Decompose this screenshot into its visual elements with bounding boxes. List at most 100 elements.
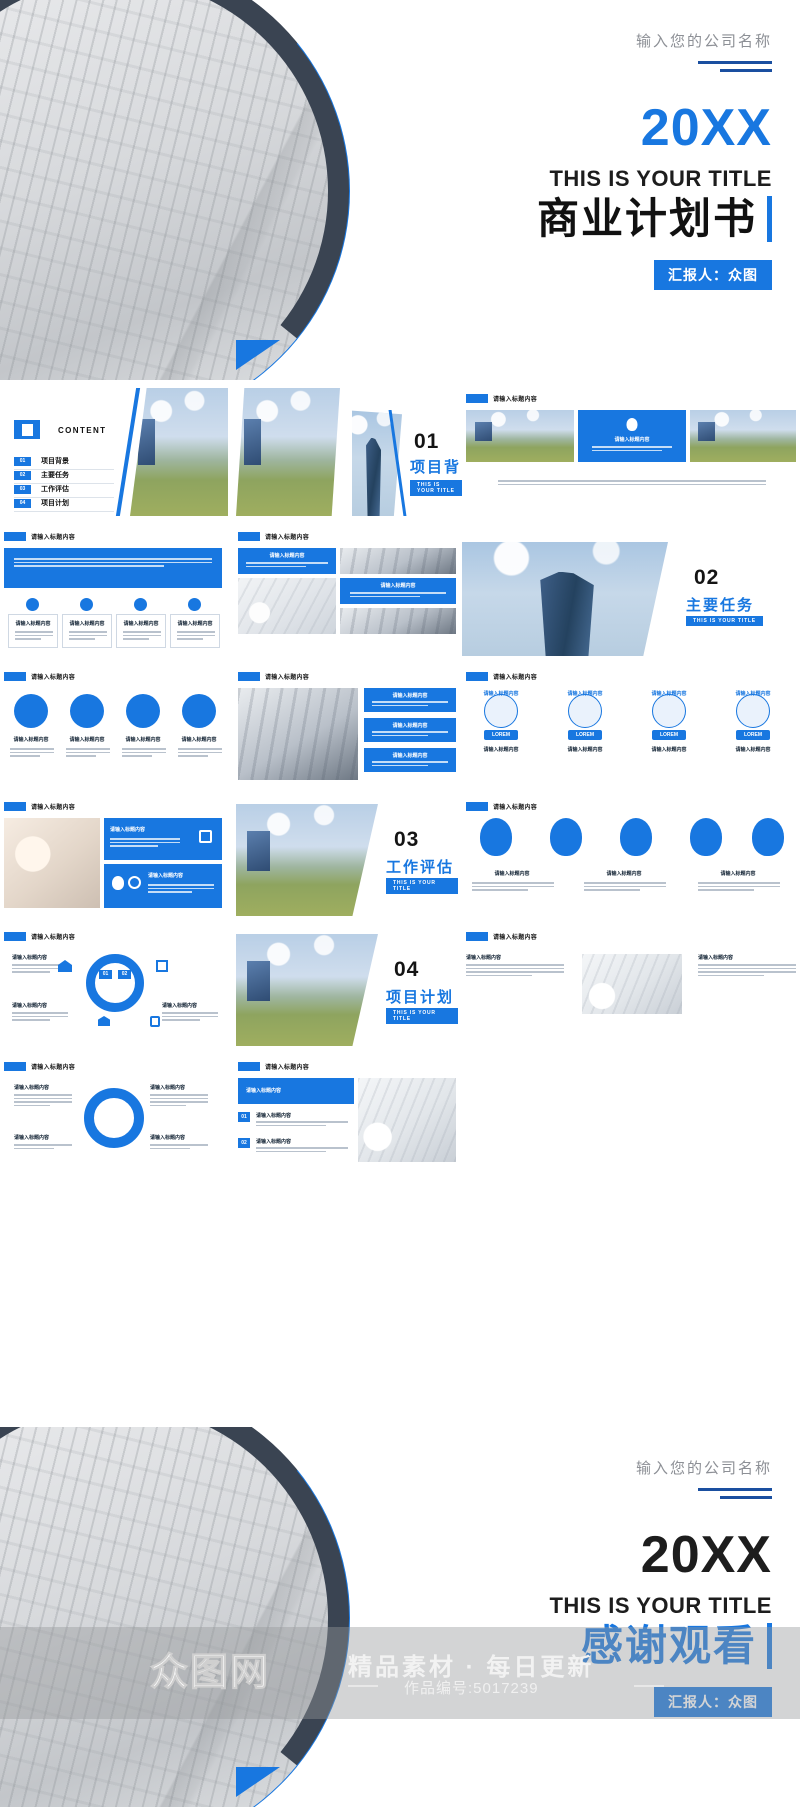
card-title: 请输入标题内容 xyxy=(12,955,48,961)
donut-lines-4 xyxy=(150,1144,208,1151)
thumb-section-04[interactable]: 04 项目计划 THIS IS YOUR TITLE xyxy=(236,928,458,1046)
balloon-icon-1 xyxy=(480,818,512,856)
card-title: 请输入标题内容 xyxy=(567,747,603,753)
content-row-1[interactable]: 01 项目背景 xyxy=(14,456,114,470)
section-04-english: THIS IS YOUR TITLE xyxy=(386,1008,458,1024)
card-title: 请输入标题内容 xyxy=(256,1113,292,1119)
balloon-icon-4 xyxy=(690,818,722,856)
closing-blue-triangle xyxy=(236,1767,280,1797)
gear-lines-2 xyxy=(12,1012,68,1023)
thumb-slide-icons4[interactable]: 请输入标题内容 请输入标题内容 请输入标题内容 请输入标题内容 请输入标题内容 xyxy=(0,668,228,786)
closing-year: 20XX xyxy=(640,1526,772,1584)
photo-list-card-2[interactable]: 请输入标题内容 xyxy=(364,718,456,742)
slide-heading-tag: 请输入标题内容 xyxy=(4,802,75,811)
card-title: 请输入标题内容 xyxy=(614,437,650,443)
slide-heading: 请输入标题内容 xyxy=(265,1065,310,1071)
two-col-lines-2 xyxy=(698,964,796,978)
card-title: 请输入标题内容 xyxy=(720,871,756,877)
thumb-slide-pins[interactable]: 请输入标题内容 请输入标题内容 请输入标题内容 请输入标题内容 请输入标题内容 … xyxy=(462,668,800,786)
thumb-slide-donut[interactable]: 请输入标题内容 请输入标题内容 请输入标题内容 请输入标题内容 请输入标题内容 xyxy=(0,1058,228,1176)
card-title: 请输入标题内容 xyxy=(380,583,416,589)
slide-01a-photo-1 xyxy=(466,410,574,462)
heading-marker xyxy=(238,672,260,681)
thumb-section-01[interactable]: 01 项目背景 THIS IS YOUR TITLE xyxy=(352,388,462,516)
closing-text-block: 输入您的公司名称 20XX THIS IS YOUR TITLE 感谢观看 汇报… xyxy=(432,1427,772,1718)
slide-heading: 请输入标题内容 xyxy=(31,675,76,681)
card-title: 请输入标题内容 xyxy=(177,621,213,627)
thumb-section-02[interactable]: 02 主要任务 THIS IS YOUR TITLE xyxy=(462,528,800,656)
thumb-slide-01a[interactable]: 请输入标题内容 请输入标题内容 xyxy=(462,388,800,516)
balloon-icon-2 xyxy=(550,818,582,856)
card-title: 请输入标题内容 xyxy=(69,621,105,627)
card-title: 请输入标题内容 xyxy=(567,691,603,697)
step-card-2[interactable]: 请输入标题内容 xyxy=(62,614,112,648)
final-number-2: 02 xyxy=(238,1138,250,1148)
thumb-slide-gear[interactable]: 请输入标题内容 请输入标题内容 请输入标题内容 请输入标题内容 01 02 xyxy=(0,928,228,1046)
thumb-slide-final[interactable]: 请输入标题内容 请输入标题内容 01 请输入标题内容 02 请输入标题内容 xyxy=(236,1058,458,1176)
content-row-number: 01 xyxy=(14,456,31,466)
photo-list-card-3[interactable]: 请输入标题内容 xyxy=(364,748,456,772)
card-lines xyxy=(372,731,448,738)
thumb-slide-photo-list[interactable]: 请输入标题内容 请输入标题内容 请输入标题内容 请输入标题内容 xyxy=(236,668,458,786)
thumb-slide-mixed[interactable]: 请输入标题内容 请输入标题内容 请输入标题内容 xyxy=(236,528,458,656)
icon-circle-4 xyxy=(182,694,216,728)
pin-ring-1 xyxy=(484,694,518,728)
tiles-card-top[interactable]: 请输入标题内容 xyxy=(104,818,222,860)
calendar-icon xyxy=(156,960,168,972)
card-title: 请输入标题内容 xyxy=(150,1085,186,1091)
thumb-content-slide[interactable]: CONTENT 01 项目背景 02 主要任务 03 工作评估 04 项目计划 xyxy=(0,388,228,516)
thumb-slide-balloons[interactable]: 请输入标题内容 请输入标题内容 请输入标题内容 请输入标题内容 xyxy=(462,798,800,916)
card-title: 请输入标题内容 xyxy=(162,1003,198,1009)
card-lines xyxy=(110,838,180,849)
list-icon xyxy=(14,420,40,439)
content-row-2[interactable]: 02 主要任务 xyxy=(14,470,114,484)
slide-heading: 请输入标题内容 xyxy=(493,805,538,811)
card-lines xyxy=(69,631,107,642)
pin-ring-4 xyxy=(736,694,770,728)
content-row-3[interactable]: 03 工作评估 xyxy=(14,484,114,498)
card-title: 请输入标题内容 xyxy=(735,747,771,753)
mixed-card-b[interactable]: 请输入标题内容 xyxy=(340,578,456,604)
step-card-1[interactable]: 请输入标题内容 xyxy=(8,614,58,648)
final-card-header[interactable]: 请输入标题内容 xyxy=(238,1078,354,1104)
steps-banner xyxy=(4,548,222,588)
icon-circle-3 xyxy=(126,694,160,728)
home-icon xyxy=(58,960,72,972)
thumb-section-03[interactable]: 03 工作评估 THIS IS YOUR TITLE xyxy=(236,798,458,916)
tiles-card-bottom[interactable]: 请输入标题内容 xyxy=(104,864,222,908)
card-title: 请输入标题内容 xyxy=(12,1003,48,1009)
slide-01a-highlight-card[interactable]: 请输入标题内容 xyxy=(578,410,686,462)
card-title: 请输入标题内容 xyxy=(125,737,161,743)
card-title: 请输入标题内容 xyxy=(13,737,49,743)
step-card-3[interactable]: 请输入标题内容 xyxy=(116,614,166,648)
card-title: 请输入标题内容 xyxy=(256,1139,292,1145)
card-title: 请输入标题内容 xyxy=(123,621,159,627)
cover-company-name: 输入您的公司名称 xyxy=(635,33,772,50)
step-circle-1 xyxy=(26,598,39,611)
content-row-4[interactable]: 04 项目计划 xyxy=(14,498,114,512)
thumb-slide-photo-tiles[interactable]: 请输入标题内容 请输入标题内容 请输入标题内容 xyxy=(0,798,228,916)
cover-english-subtitle: THIS IS YOUR TITLE xyxy=(549,166,772,191)
card-lines xyxy=(177,631,215,642)
slide-heading: 请输入标题内容 xyxy=(493,935,538,941)
card-lines xyxy=(123,631,161,642)
content-photo-2 xyxy=(236,388,340,516)
heading-marker xyxy=(466,394,488,403)
thumb-slide-steps[interactable]: 请输入标题内容 请输入标题内容 请输入标题内容 请输入标题内容 请输入标题内容 xyxy=(0,528,228,656)
step-card-4[interactable]: 请输入标题内容 xyxy=(170,614,220,648)
slide-heading-tag: 请输入标题内容 xyxy=(466,672,537,681)
slide-heading: 请输入标题内容 xyxy=(31,1065,76,1071)
pin-label-2: LOREM xyxy=(568,730,602,740)
content-row-label: 主要任务 xyxy=(41,472,69,479)
card-title: 请输入标题内容 xyxy=(392,693,428,699)
slide-01a-body-lines xyxy=(498,480,766,487)
cover-year: 20XX xyxy=(640,99,772,157)
content-photo-1 xyxy=(130,388,228,516)
slide-heading: 请输入标题内容 xyxy=(493,397,538,403)
final-photo xyxy=(358,1078,456,1162)
photo-list-card-1[interactable]: 请输入标题内容 xyxy=(364,688,456,712)
mixed-card-a[interactable]: 请输入标题内容 xyxy=(238,548,336,574)
slide-heading-tag: 请输入标题内容 xyxy=(466,932,537,941)
thumb-slide-two-col[interactable]: 请输入标题内容 请输入标题内容 请输入标题内容 xyxy=(462,928,800,1046)
card-title: 请输入标题内容 xyxy=(494,871,530,877)
